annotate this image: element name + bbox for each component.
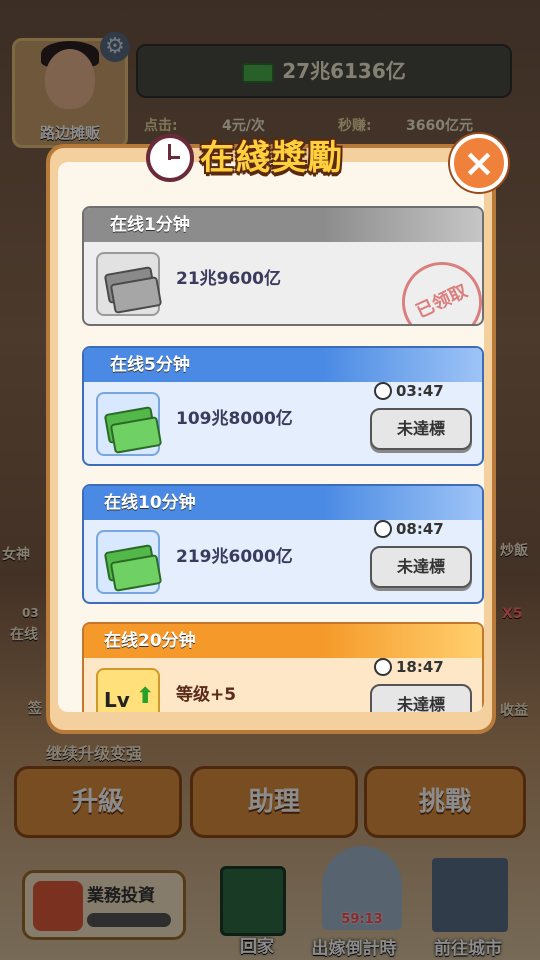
reward-amount: 21兆9600亿 bbox=[176, 269, 281, 289]
reward-card-1min: 在线1分钟 21兆9600亿 已领取 bbox=[82, 206, 484, 326]
reward-timer: 18:47 bbox=[374, 658, 444, 676]
cash-gray-icon bbox=[96, 252, 163, 316]
reward-name: 在线10分钟 bbox=[84, 486, 482, 520]
not-reached-button[interactable]: 未達標 bbox=[370, 546, 472, 588]
arrow-up-icon: ⬆ bbox=[136, 684, 155, 709]
online-reward-modal: 在线1分钟 21兆9600亿 已领取 在线5分钟 109兆8000亿 03:47… bbox=[46, 144, 496, 734]
not-reached-button[interactable]: 未達標 bbox=[370, 684, 472, 712]
reward-amount: 219兆6000亿 bbox=[176, 547, 293, 567]
reward-card-20min: 在线20分钟 Lv ⬆ 等级+5 18:47 未達標 bbox=[82, 622, 484, 712]
reward-name: 在线1分钟 bbox=[84, 208, 482, 242]
timer-value: 03:47 bbox=[396, 382, 444, 400]
reward-amount: 109兆8000亿 bbox=[176, 409, 293, 429]
not-reached-button[interactable]: 未達標 bbox=[370, 408, 472, 450]
reward-card-10min: 在线10分钟 219兆6000亿 08:47 未達標 bbox=[82, 484, 484, 604]
reward-name: 在线20分钟 bbox=[84, 624, 482, 658]
close-button[interactable]: × bbox=[450, 134, 508, 192]
reward-timer: 08:47 bbox=[374, 520, 444, 538]
timer-value: 08:47 bbox=[396, 520, 444, 538]
claimed-stamp: 已领取 bbox=[388, 248, 482, 324]
stopwatch-icon bbox=[146, 134, 194, 182]
reward-card-5min: 在线5分钟 109兆8000亿 03:47 未達標 bbox=[82, 346, 484, 466]
clock-icon bbox=[374, 520, 392, 538]
reward-timer: 03:47 bbox=[374, 382, 444, 400]
reward-name: 在线5分钟 bbox=[84, 348, 482, 382]
clock-icon bbox=[374, 382, 392, 400]
cash-green-icon bbox=[96, 392, 163, 456]
reward-amount: 等级+5 bbox=[176, 685, 237, 705]
clock-icon bbox=[374, 658, 392, 676]
cash-green-icon bbox=[96, 530, 163, 594]
reward-list[interactable]: 在线1分钟 21兆9600亿 已领取 在线5分钟 109兆8000亿 03:47… bbox=[58, 162, 484, 712]
level-up-icon: Lv ⬆ bbox=[96, 668, 160, 712]
timer-value: 18:47 bbox=[396, 658, 444, 676]
level-icon-text: Lv bbox=[104, 688, 130, 712]
modal-title: 在綫獎勵 bbox=[200, 138, 344, 178]
